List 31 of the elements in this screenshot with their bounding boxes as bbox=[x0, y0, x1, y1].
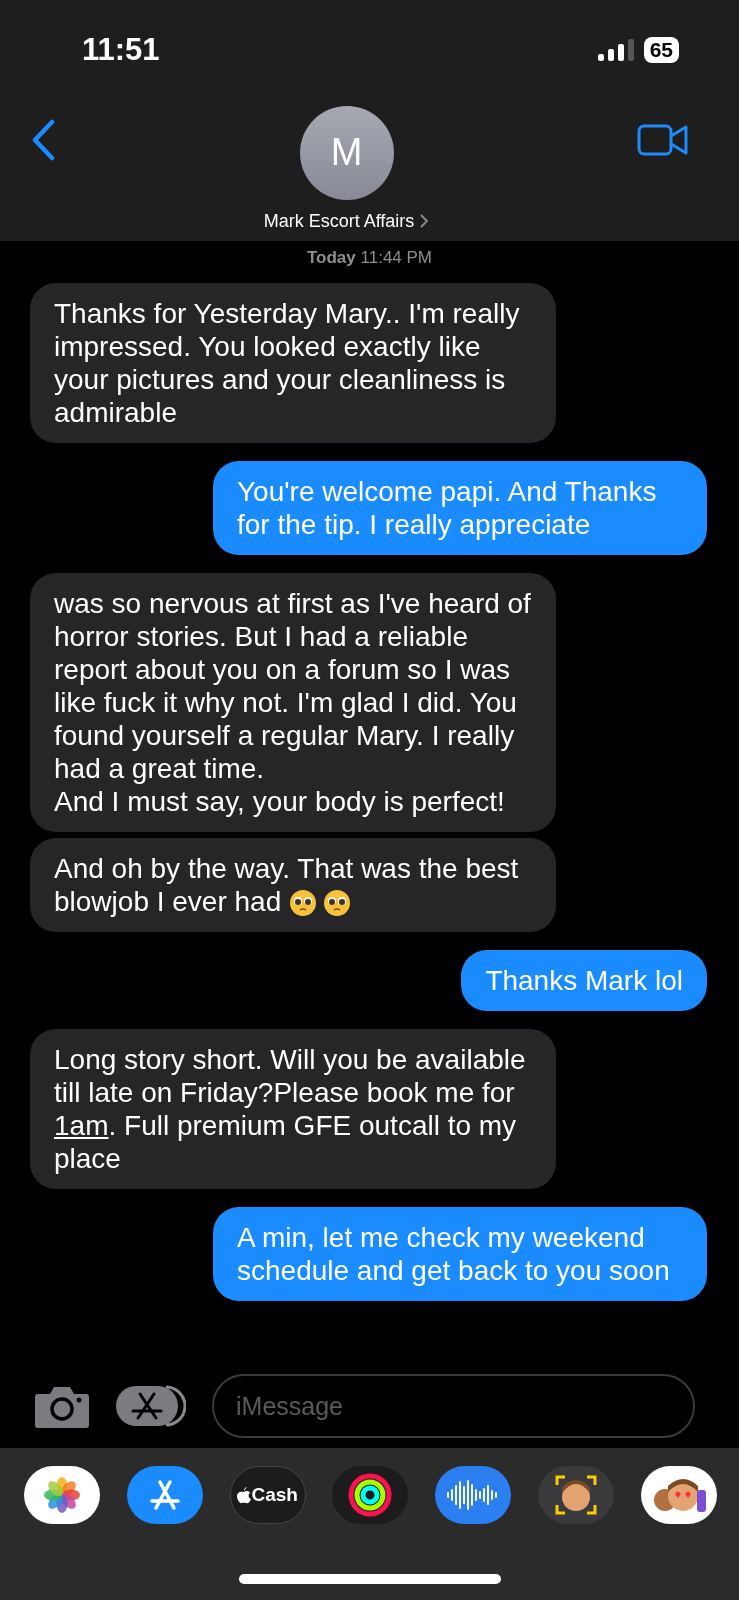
battery-indicator: 65 bbox=[643, 37, 679, 63]
video-camera-icon[interactable] bbox=[637, 123, 689, 157]
audio-message-app-icon[interactable] bbox=[435, 1466, 512, 1524]
chevron-icon bbox=[420, 214, 430, 228]
camera-icon[interactable] bbox=[34, 1384, 90, 1428]
contact-name[interactable]: Mark Escort Affairs bbox=[263, 207, 430, 235]
received-message: was so nervous at first as I've heard of horror stories. But I had a reliable report about you on a forum so I was like fuck it why not. I'm glad I did. You found yourself a regular Mary. I really had a great time. And I must say, your body is perfect! bbox=[30, 572, 556, 832]
received-message: And oh by the way. That was the best blowjob I ever had bbox=[30, 837, 556, 932]
date-link[interactable]: 1am bbox=[54, 1109, 109, 1141]
app-store-logo-icon bbox=[147, 1478, 182, 1512]
apple-logo-icon bbox=[237, 1486, 252, 1504]
app-store-icon[interactable] bbox=[116, 1384, 186, 1428]
memoji-stickers-app-icon[interactable] bbox=[640, 1466, 717, 1524]
photos-app-icon[interactable] bbox=[24, 1466, 100, 1524]
received-message: Thanks for Yesterday Mary.. I'm really impressed. You looked exactly like your pictures and your cleanliness is admirable bbox=[30, 282, 556, 443]
signal-icon bbox=[597, 39, 636, 61]
rings-icon bbox=[348, 1473, 393, 1517]
message-timestamp: Today 11:44 PM bbox=[305, 247, 433, 269]
sent-message: You're welcome papi. And Thanks for the tip. I really appreciate bbox=[213, 460, 707, 555]
received-message: Long story short. Will you be available till late on Friday?Please book me for 1am. Full premium GFE outcall to my place bbox=[30, 1028, 556, 1189]
sent-message: Thanks Mark lol bbox=[461, 949, 707, 1011]
pleading-face-icon bbox=[289, 888, 318, 917]
back-icon[interactable] bbox=[30, 119, 56, 161]
apple-cash-app-button[interactable]: Cash bbox=[229, 1466, 306, 1524]
pleading-face-icon bbox=[323, 888, 352, 917]
waveform-icon bbox=[447, 1478, 500, 1512]
sent-message: A min, let me check my weekend schedule and get back to you soon bbox=[213, 1206, 707, 1301]
app-store-app-icon[interactable] bbox=[126, 1466, 203, 1524]
status-time: 11:51 bbox=[82, 30, 160, 69]
flower-icon bbox=[42, 1475, 82, 1515]
message-input[interactable]: iMessage bbox=[212, 1374, 695, 1438]
